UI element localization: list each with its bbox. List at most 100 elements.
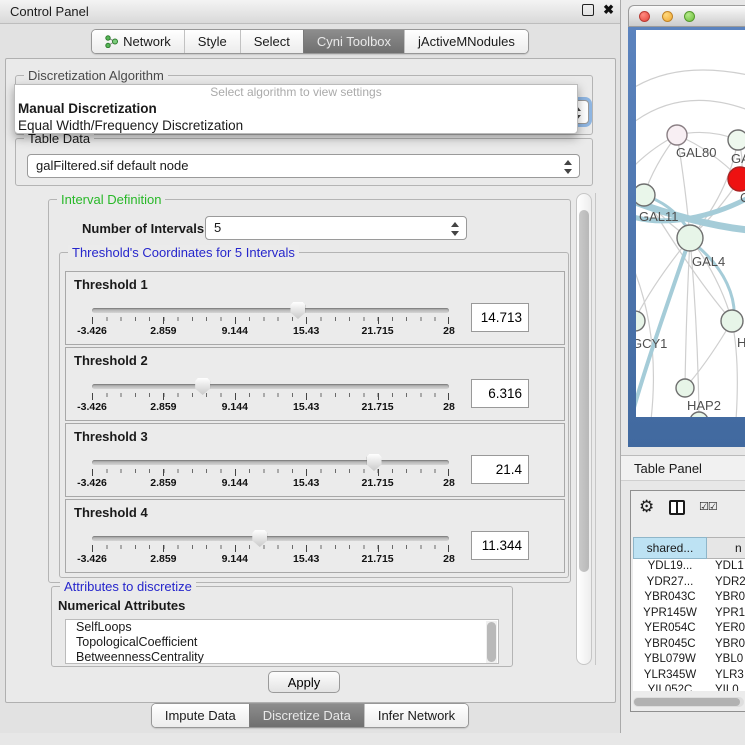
network-node[interactable] [728,130,745,150]
table-row[interactable]: YIL052CYIL0 [633,683,745,691]
zoom-traffic-light-icon[interactable] [684,11,695,22]
algorithm-dropdown-popup: Select algorithm to view settings Manual… [14,84,578,134]
table-row[interactable]: YDL19...YDL1 [633,559,745,575]
threshold-value-field[interactable] [471,455,529,484]
table-row[interactable]: YBR045CYBR0 [633,637,745,653]
threshold-slider-track[interactable] [92,460,449,465]
slider-minor-ticks [92,545,449,549]
node-label: GCY1 [636,336,667,351]
bottom-tab-bar: Impute Data Discretize Data Infer Networ… [0,703,620,728]
interval-definition-group: Interval Definition Number of Intervals … [48,199,571,583]
table-row[interactable]: YPR145WYPR1 [633,606,745,622]
gear-icon[interactable]: ⚙ [639,497,654,517]
network-window-titlebar[interactable] [628,5,745,27]
close-traffic-light-icon[interactable] [639,11,650,22]
numerical-attributes-list: SelfLoops TopologicalCoefficient Between… [65,619,499,664]
apply-button[interactable]: Apply [268,671,340,693]
tab-discretize-data[interactable]: Discretize Data [249,704,364,727]
list-item[interactable]: BetweennessCentrality [66,650,498,664]
dropdown-option-manual-discretization[interactable]: Manual Discretization [15,100,577,117]
node-label: GAL80 [676,145,716,160]
group-title: Attributes to discretize [60,579,196,594]
minimize-traffic-light-icon[interactable] [662,11,673,22]
node-label: GA [731,151,745,166]
network-node[interactable] [667,125,687,145]
columns-icon[interactable] [669,500,685,515]
table-row[interactable]: YBR043CYBR0 [633,590,745,606]
tick-label: 2.859 [150,401,176,413]
scrollbar-thumb[interactable] [634,698,740,706]
list-scrollbar[interactable] [486,621,497,664]
table-panel: ⚙ ☑☑ shared... n YDL19...YDL1 YDR27...YD… [630,490,745,712]
tab-cyni-toolbox[interactable]: Cyni Toolbox [303,30,404,53]
network-canvas[interactable]: GAL80GACGAL11GAL4GCY1HHAP2 [636,30,745,417]
control-panel-titlebar: Control Panel ✖ [0,0,620,24]
tick-label: 15.43 [293,553,319,565]
tick-label: 2.859 [150,477,176,489]
table-panel-header: Table Panel [621,455,745,481]
group-title: Interval Definition [57,192,165,207]
tick-label: 15.43 [293,477,319,489]
list-item[interactable]: SelfLoops [66,620,498,635]
tab-select[interactable]: Select [240,30,303,53]
stepper-icon [451,221,460,237]
tick-label: 21.715 [362,553,394,565]
tick-label: -3.426 [77,325,107,337]
threshold-panel-3: Threshold 3 -3.426 2.859 9.144 15.43 21.… [65,423,565,497]
table-row[interactable]: YBL079WYBL0 [633,652,745,668]
threshold-panel-2: Threshold 2 -3.426 2.859 9.144 15.43 21.… [65,347,565,421]
table-data-group: Table Data galFiltered.sif default node [15,138,593,186]
cyni-toolbox-content: Discretization Algorithm Table Data galF… [5,58,616,703]
screen: Control Panel ✖ Network Style Select [0,0,745,745]
tick-label: -3.426 [77,477,107,489]
network-icon [105,35,118,48]
group-title: Discretization Algorithm [24,68,168,83]
thresholds-group: Threshold's Coordinates for 5 Intervals … [59,252,569,578]
panel-title: Control Panel [10,4,89,19]
threshold-value-field[interactable] [471,379,529,408]
node-label: GAL4 [692,254,725,269]
tab-style[interactable]: Style [184,30,240,53]
threshold-value-field[interactable] [471,531,529,560]
tab-jactivemnodules[interactable]: jActiveMNodules [404,30,528,53]
content-scrollbar[interactable] [576,193,592,665]
node-label: H [737,335,745,350]
tab-label: Network [123,34,171,49]
threshold-slider-track[interactable] [92,308,449,313]
threshold-slider-track[interactable] [92,384,449,389]
network-node[interactable] [636,184,655,206]
network-node[interactable] [728,167,745,191]
float-window-icon[interactable] [582,4,594,16]
network-canvas-svg: GAL80GACGAL11GAL4GCY1HHAP2 [636,30,745,417]
threshold-value-field[interactable] [471,303,529,332]
column-header-shared-name[interactable]: shared... [633,537,707,559]
network-node[interactable] [677,225,703,251]
table-horizontal-scrollbar[interactable] [633,697,744,707]
attributes-group: Attributes to discretize Numerical Attri… [51,586,513,667]
tab-impute-data[interactable]: Impute Data [152,704,249,727]
tick-label: 2.859 [150,325,176,337]
tick-label: -3.426 [77,553,107,565]
tick-label: 15.43 [293,401,319,413]
table-row[interactable]: YLR345WYLR3 [633,668,745,684]
network-node[interactable] [721,310,743,332]
table-row[interactable]: YER054CYER0 [633,621,745,637]
table-data-combo[interactable]: galFiltered.sif default node [27,154,580,178]
tab-infer-network[interactable]: Infer Network [364,704,468,727]
table-data-value: galFiltered.sif default node [36,158,188,173]
tick-label: 21.715 [362,401,394,413]
number-of-intervals-combo[interactable]: 5 [205,216,467,240]
table-header-row: shared... n [633,537,745,559]
network-node[interactable] [636,311,645,331]
list-item[interactable]: TopologicalCoefficient [66,635,498,650]
dropdown-option-equal-width-frequency[interactable]: Equal Width/Frequency Discretization [15,117,577,134]
table-row[interactable]: YDR27...YDR2 [633,575,745,591]
tab-network[interactable]: Network [92,30,184,53]
node-label: GAL11 [639,209,679,224]
network-node[interactable] [676,379,694,397]
select-checkboxes-icon[interactable]: ☑☑ [699,500,717,513]
close-icon[interactable]: ✖ [603,2,614,18]
threshold-slider-track[interactable] [92,536,449,541]
scrollbar-thumb[interactable] [579,210,589,572]
column-header-name[interactable]: n [707,537,745,559]
